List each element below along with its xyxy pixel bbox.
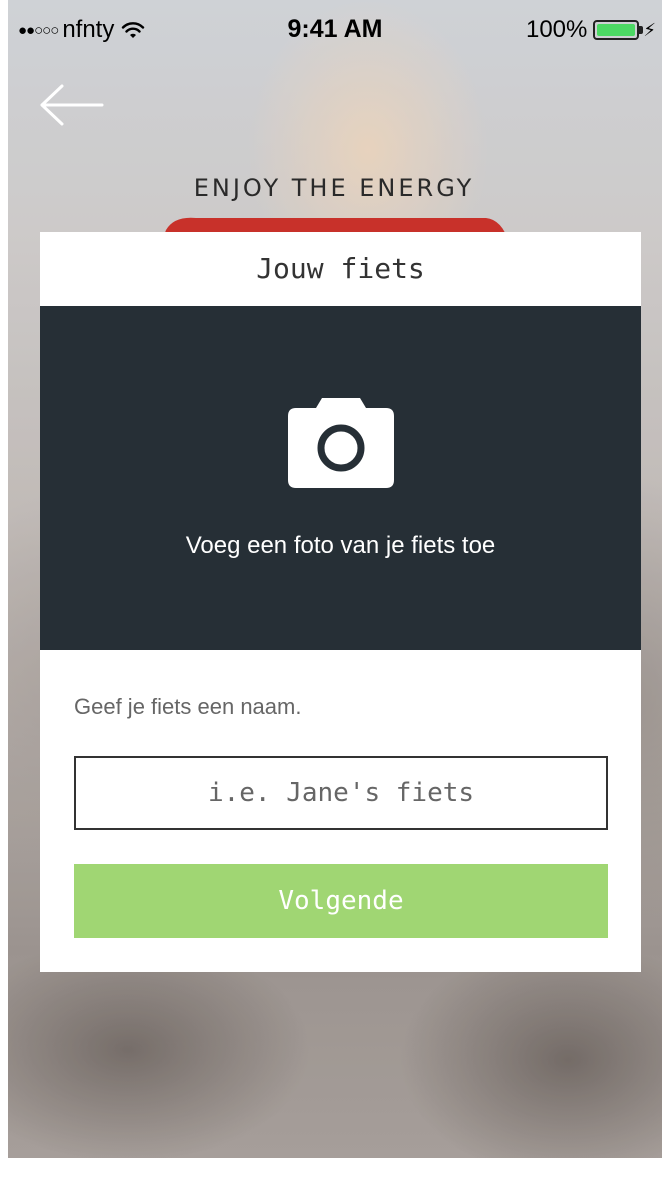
battery-percent: 100%	[525, 16, 588, 43]
battery-level-fill	[597, 24, 636, 36]
app-screen: ●●○○○ nfnty 9:41 AM 100% ⚡ ENJOY THE ENE…	[0, 0, 668, 1188]
camera-icon	[288, 398, 394, 488]
charging-icon: ⚡	[643, 19, 656, 40]
bike-name-input[interactable]	[74, 756, 608, 830]
next-button[interactable]: Volgende	[74, 864, 608, 938]
bike-setup-modal: Jouw fiets Voeg een foto van je fiets to…	[40, 232, 641, 972]
add-photo-button[interactable]: Voeg een foto van je fiets toe	[40, 306, 641, 650]
add-photo-label: Voeg een foto van je fiets toe	[185, 532, 496, 559]
battery-icon	[593, 20, 644, 40]
bike-name-label: Geef je fiets een naam.	[74, 694, 302, 719]
modal-title: Jouw fiets	[256, 252, 425, 285]
status-bar: ●●○○○ nfnty 9:41 AM 100% ⚡	[8, 0, 662, 64]
battery-status: 100% ⚡	[526, 16, 656, 44]
brand-tagline: ENJOY THE ENERGY	[193, 174, 475, 202]
battery-tip	[639, 26, 644, 34]
arrow-left-icon[interactable]	[38, 82, 106, 128]
